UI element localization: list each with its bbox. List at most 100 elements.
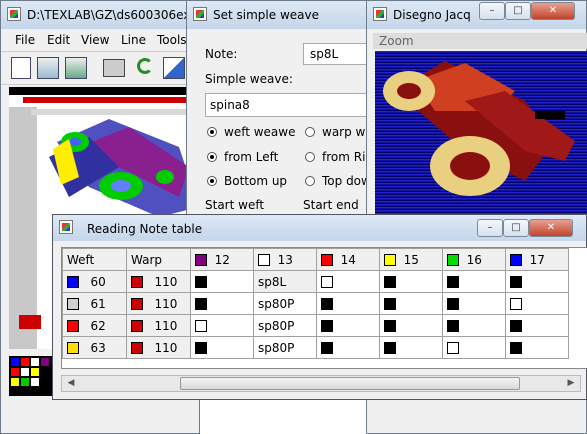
print-icon[interactable] xyxy=(103,59,125,77)
radio-weft-weawe[interactable] xyxy=(207,127,217,137)
weft-cell[interactable]: 63 xyxy=(62,336,127,359)
header-col-17[interactable]: 17 xyxy=(505,248,569,271)
note-cell[interactable] xyxy=(190,292,254,315)
note-cell[interactable] xyxy=(316,270,380,293)
weave-titlebar[interactable]: Set simple weave xyxy=(187,1,385,29)
header-col-15[interactable]: 15 xyxy=(379,248,443,271)
menu-edit[interactable]: Edit xyxy=(47,33,70,47)
warp-cell[interactable]: 110 xyxy=(126,292,191,315)
note-cell[interactable]: sp80P xyxy=(253,314,317,337)
minimize-button[interactable]: – xyxy=(479,2,505,20)
note-cell[interactable] xyxy=(190,314,254,337)
note-cell[interactable] xyxy=(442,314,506,337)
save-icon[interactable] xyxy=(65,57,87,79)
tool-icon[interactable] xyxy=(163,57,185,79)
weave-app-icon xyxy=(193,7,207,21)
note-cell[interactable] xyxy=(190,270,254,293)
note-cell[interactable]: sp80P xyxy=(253,336,317,359)
header-col-16[interactable]: 16 xyxy=(442,248,506,271)
scroll-left-arrow[interactable]: ◀ xyxy=(64,377,78,390)
weft-cell[interactable]: 60 xyxy=(62,270,127,293)
note-cell[interactable] xyxy=(505,336,569,359)
close-button[interactable]: ✕ xyxy=(531,2,575,20)
undo-icon[interactable] xyxy=(137,58,153,74)
maximize-button[interactable]: □ xyxy=(505,2,531,20)
design-titlebar[interactable]: Disegno Jacq – □ ✕ xyxy=(367,1,586,29)
radio-from-right[interactable] xyxy=(305,152,315,162)
radio-weft-weawe-label[interactable]: weft weawe xyxy=(224,125,295,139)
note-cell[interactable] xyxy=(316,336,380,359)
warp-swatch xyxy=(131,276,143,288)
col-17-swatch xyxy=(510,254,522,266)
weft-cell[interactable]: 62 xyxy=(62,314,127,337)
header-col-14[interactable]: 14 xyxy=(316,248,380,271)
col-16-swatch xyxy=(447,254,459,266)
radio-bottom-up-label[interactable]: Bottom up xyxy=(224,174,287,188)
palette-swatch[interactable] xyxy=(21,378,29,386)
note-cell[interactable] xyxy=(379,336,443,359)
scroll-right-arrow[interactable]: ▶ xyxy=(564,377,578,390)
palette-swatch[interactable] xyxy=(11,368,19,376)
palette-swatch[interactable] xyxy=(41,358,49,366)
menu-bar: File Edit View Line Tools xyxy=(1,31,201,49)
weft-cell[interactable]: 61 xyxy=(62,292,127,315)
menu-file[interactable]: File xyxy=(15,33,35,47)
radio-from-left[interactable] xyxy=(207,152,217,162)
menu-view[interactable]: View xyxy=(81,33,109,47)
reading-titlebar[interactable]: Reading Note table – □ ✕ xyxy=(53,215,586,241)
note-cell[interactable] xyxy=(190,336,254,359)
palette-swatch[interactable] xyxy=(11,358,19,366)
warp-cell[interactable]: 110 xyxy=(126,336,191,359)
note-cell[interactable] xyxy=(442,292,506,315)
palette-swatch[interactable] xyxy=(31,378,39,386)
horizontal-scrollbar[interactable]: ◀ ▶ xyxy=(61,375,581,392)
note-cell[interactable]: sp80P xyxy=(253,292,317,315)
open-icon[interactable] xyxy=(37,57,59,79)
note-cell[interactable] xyxy=(379,292,443,315)
reading-maximize-button[interactable]: □ xyxy=(503,219,529,237)
new-icon[interactable] xyxy=(11,57,31,79)
note-cell[interactable] xyxy=(379,314,443,337)
radio-warp-weave[interactable] xyxy=(305,127,315,137)
radio-bottom-up[interactable] xyxy=(207,176,217,186)
warp-cell[interactable]: 110 xyxy=(126,314,191,337)
table-row: 63 110 sp80P xyxy=(62,336,569,359)
warp-swatch xyxy=(131,298,143,310)
palette-swatch[interactable] xyxy=(31,368,39,376)
note-field-value: sp8L xyxy=(310,47,339,61)
header-col-12[interactable]: 12 xyxy=(190,248,254,271)
radio-top-down[interactable] xyxy=(305,176,315,186)
weft-swatch xyxy=(67,276,79,288)
header-weft[interactable]: Weft xyxy=(62,248,127,271)
note-cell[interactable] xyxy=(379,270,443,293)
palette-swatch[interactable] xyxy=(21,368,29,376)
cell-swatch xyxy=(321,276,333,288)
scroll-thumb[interactable] xyxy=(180,377,520,390)
note-cell[interactable] xyxy=(505,292,569,315)
header-col-13[interactable]: 13 xyxy=(253,248,317,271)
warp-cell[interactable]: 110 xyxy=(126,270,191,293)
note-cell[interactable] xyxy=(505,270,569,293)
simple-weave-field[interactable]: spina8 xyxy=(205,93,387,117)
reading-minimize-button[interactable]: – xyxy=(477,219,503,237)
menu-tools[interactable]: Tools xyxy=(157,33,187,47)
note-cell[interactable] xyxy=(316,314,380,337)
reading-close-button[interactable]: ✕ xyxy=(529,219,573,237)
menu-line[interactable]: Line xyxy=(121,33,146,47)
note-cell[interactable] xyxy=(316,292,380,315)
palette-swatch[interactable] xyxy=(31,358,39,366)
note-cell[interactable] xyxy=(442,336,506,359)
main-titlebar[interactable]: D:\TEXLAB\GZ\ds600306exnC xyxy=(1,1,206,29)
note-cell[interactable] xyxy=(442,270,506,293)
radio-top-down-label[interactable]: Top dow xyxy=(322,174,371,188)
note-cell[interactable]: sp8L xyxy=(253,270,317,293)
zoom-canvas[interactable] xyxy=(375,51,587,221)
cell-swatch xyxy=(510,320,522,332)
radio-from-left-label[interactable]: from Left xyxy=(224,150,278,164)
palette-swatch[interactable] xyxy=(11,378,19,386)
note-cell[interactable] xyxy=(505,314,569,337)
header-warp[interactable]: Warp xyxy=(126,248,191,271)
palette-swatch[interactable] xyxy=(21,358,29,366)
start-weft-label: Start weft xyxy=(205,198,265,212)
cell-swatch xyxy=(447,342,459,354)
